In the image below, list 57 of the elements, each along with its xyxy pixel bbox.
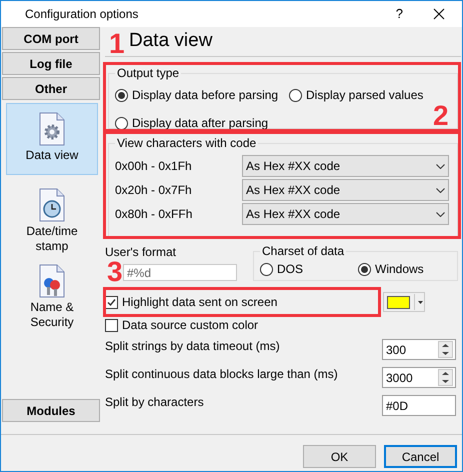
checkbox[interactable] xyxy=(105,318,118,332)
section-button[interactable]: Log file xyxy=(2,52,100,75)
checkbox-label: Data source custom color xyxy=(122,317,258,334)
section-button[interactable]: Modules xyxy=(2,399,100,422)
clock-icon xyxy=(38,188,66,222)
sidebar-item[interactable]: Date/time stamp xyxy=(6,179,98,251)
spin-arrows-icon[interactable] xyxy=(438,341,453,358)
sidebar-item[interactable]: Data view xyxy=(6,103,98,175)
window-title: Configuration options xyxy=(25,6,138,23)
group-title: Output type xyxy=(115,66,182,80)
dialog-button[interactable]: OK xyxy=(303,445,376,468)
field-label: Split strings by data timeout (ms) xyxy=(105,338,281,355)
spin-arrows-icon[interactable] xyxy=(438,369,453,386)
radio-label: DOS xyxy=(277,261,304,278)
radio-button[interactable] xyxy=(358,262,371,276)
dialog-button[interactable]: Cancel xyxy=(384,445,457,468)
text-field[interactable]: #0D xyxy=(382,395,456,416)
keys-icon xyxy=(38,264,66,298)
annotation-number: 2 xyxy=(433,102,449,130)
dropdown[interactable]: As Hex #XX code xyxy=(242,203,449,225)
spin-box[interactable]: 3000 xyxy=(382,367,456,388)
radio-label: Windows xyxy=(375,261,424,278)
range-label: 0x00h - 0x1Fh xyxy=(115,158,193,175)
radio-button[interactable] xyxy=(115,116,128,130)
group-title: View characters with code xyxy=(115,136,258,150)
field-label: User's format xyxy=(105,245,177,259)
field-label: Split continuous data blocks large than (ms) xyxy=(105,366,339,383)
radio-label: Display data before parsing xyxy=(132,87,278,104)
radio-button[interactable] xyxy=(260,262,273,276)
radio-button[interactable] xyxy=(115,88,128,102)
sidebar-item[interactable]: Name & Security xyxy=(6,255,98,327)
range-label: 0x80h - 0xFFh xyxy=(115,206,194,223)
help-button[interactable]: ? xyxy=(396,4,403,24)
chevron-icon xyxy=(436,212,445,216)
group-title: Charset of data xyxy=(260,244,346,258)
color-picker[interactable] xyxy=(383,292,426,312)
spin-box[interactable]: 300 xyxy=(382,339,456,360)
checkbox[interactable] xyxy=(105,296,118,308)
page-heading: Data view xyxy=(129,29,212,54)
annotation-number: 3 xyxy=(107,258,123,286)
radio-label: Display data after parsing xyxy=(132,115,268,132)
dropdown[interactable]: As Hex #XX code xyxy=(242,155,449,177)
gear-icon xyxy=(38,112,66,146)
radio-button[interactable] xyxy=(289,88,302,102)
section-button[interactable]: Other xyxy=(2,77,100,100)
text-field[interactable]: #%d xyxy=(123,264,237,281)
checkbox-label: Highlight data sent on screen xyxy=(122,294,278,311)
chevron-icon xyxy=(436,188,445,192)
radio-label: Display parsed values xyxy=(306,87,424,104)
range-label: 0x20h - 0x7Fh xyxy=(115,182,193,199)
close-icon[interactable] xyxy=(433,8,445,20)
annotation-number: 1 xyxy=(109,30,125,58)
dropdown-arrow-icon xyxy=(418,300,424,304)
dropdown[interactable]: As Hex #XX code xyxy=(242,179,449,201)
chevron-icon xyxy=(436,164,445,168)
section-button[interactable]: COM port xyxy=(2,27,100,50)
field-label: Split by characters xyxy=(105,394,205,411)
